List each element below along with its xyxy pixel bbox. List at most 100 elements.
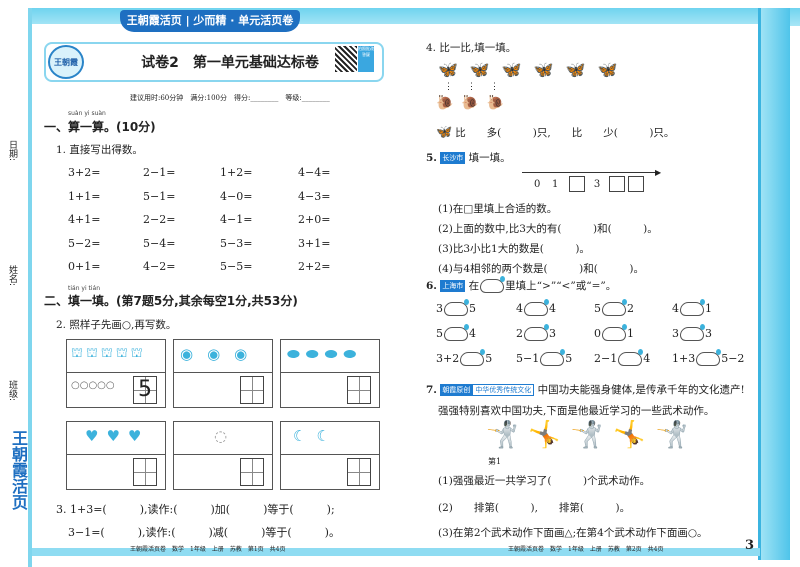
q5-item: (3)比3小比1大的数是( )。 [438,243,590,255]
section1-title: 一、算一算。(10分) [44,120,156,134]
q6-title-pre: 在 [468,280,480,292]
q7-item: (3)在第2个武术动作下面画△;在第4个武术动作下面画○。 [438,527,708,539]
page-number: 3 [745,538,755,553]
left-operand: 3 [672,327,679,340]
equation: 5−5= [220,260,253,273]
q5-item: (1)在□里填上合适的数。 [438,203,558,215]
comparison-item: 35 [436,299,476,316]
bubble-answer-input[interactable] [602,324,627,341]
q7-item: (1)强强最近一共学习了( )个武术动作。 [438,475,651,487]
left-operand: 5 [594,302,601,315]
exam-meta: 建议用时:60分钟 满分:100分 得分:________ 等级:_______… [130,94,330,102]
equation: 3+2= [68,166,101,179]
q7-item: (2) 排第( ), 排第( )。 [438,502,631,514]
bubble-answer-input[interactable] [680,324,705,341]
box-cakes: ⛫⛫⛫⛫⛫ ○○○○○ 5 [66,339,166,408]
equation: 4−2= [143,260,176,273]
equation: 2+2= [298,260,331,273]
donut-icon: ◉◉◉ [180,345,262,363]
left-operand: 4 [672,302,679,315]
bubble-answer-input[interactable] [602,299,627,316]
equation: 5−3= [220,236,253,250]
q7-tag: 朝霞原创 [440,384,473,396]
pinyin: suàn yi suàn [68,110,106,117]
equation: 4−0= [220,189,253,203]
kungfu-figures-icon: 🤺🤸🤺🤸🤺 [486,420,698,450]
comparison-item: 33 [672,324,712,341]
comparison-item: 3+2 5 [436,349,492,366]
q7-number: 7. [426,384,437,396]
number-line [522,172,657,173]
answer-grid[interactable] [347,376,371,404]
left-operand: 5 [436,327,443,340]
right-operand: 4 [643,352,651,365]
equation: 4−1= [220,213,253,226]
first-label: 第1 [488,457,502,466]
q7-header: 7. 朝霞原创 中华优秀传统文化 中国功夫能强身健体,是传承千年的文化遗产! [426,382,745,397]
q5-header: 5. 长沙市 填一填。 [426,150,511,165]
right-operand: 1 [627,327,634,340]
equation: 5−2= [68,236,101,250]
pinyin: tián yi tián [68,285,101,292]
example-circles: ○○○○○ [71,380,115,391]
equation: 3+1= [298,236,331,250]
left-operand: 1+3 [672,352,696,365]
q5-tag: 长沙市 [440,152,466,164]
box-peach: ◌ [173,421,273,490]
tick-box[interactable] [569,176,585,192]
class-label: 班级: [7,380,17,402]
banana-icon: ☾☾ [293,427,340,445]
tick-box[interactable] [628,176,644,192]
right-operand: 4 [549,302,556,315]
q7-tag-culture: 中华优秀传统文化 [472,384,535,396]
bubble-answer-input[interactable] [444,299,469,316]
left-operand: 3 [436,302,443,315]
right-operand: 5 [565,352,573,365]
bubble-answer-input[interactable] [696,349,722,366]
bubble-answer-input[interactable] [524,299,549,316]
q1-title: 1. 直接写出得数。 [56,144,143,156]
tick: 1 [552,178,559,190]
answer-grid[interactable] [240,458,264,486]
qr-code [335,46,357,72]
date-label: 日期: [7,140,17,162]
bubble-answer-input[interactable] [460,349,486,366]
page-title: 试卷2 第一单元基础达标卷 [141,55,319,71]
brand-logo-vertical: 王朝霞活页 [9,430,28,510]
cake-icon: ⛫⛫⛫⛫⛫ [71,346,146,361]
comparison-item: 44 [516,299,556,316]
tick-box[interactable] [609,176,625,192]
comparison-item: 54 [436,324,476,341]
right-operand: 5−2 [721,352,745,365]
q6-number: 6. [426,280,437,292]
q5-item: (4)与4相邻的两个数是( )和( )。 [438,263,644,275]
comparison-item: 2−1 4 [594,349,651,366]
q7-line1: 中国功夫能强身健体,是传承千年的文化遗产! [537,384,745,396]
equation: 5−1= [143,189,176,203]
bubble-answer-input[interactable] [524,324,549,341]
bubble-answer-input[interactable] [618,349,644,366]
answer-grid[interactable] [240,376,264,404]
q7-line2: 强强特别喜欢中国功夫,下面是他最近学习的一些武术动作。 [438,405,715,417]
bubble-answer-input[interactable] [680,299,705,316]
right-operand: 1 [705,302,712,315]
answer-grid[interactable] [133,458,157,486]
equation: 4−4= [298,166,331,179]
comparison-item: 5−1 5 [516,349,573,366]
equation: 2−2= [143,213,176,226]
footer-right: 王朝霞活页卷 数学 1年级 上册 苏教 第2页 共4页 [508,546,664,553]
q4-line-text: 比 多( )只, 比 少( )只。 [455,127,675,139]
footer-left: 王朝霞活页卷 数学 1年级 上册 苏教 第1页 共4页 [130,546,286,553]
right-operand: 3 [549,327,556,340]
q3-line1: 3. 1+3=( ),读作:( )加( )等于( ); [56,503,335,516]
peach-icon: ◌ [214,427,231,445]
equation: 1+1= [68,189,101,203]
bubble-answer-input[interactable] [444,324,469,341]
right-operand: 5 [469,302,476,315]
equation: 4−3= [298,189,331,203]
right-border [758,8,790,560]
bubble-answer-input[interactable] [540,349,566,366]
comparison-item: 52 [594,299,634,316]
answer-grid[interactable] [347,458,371,486]
comparison-item: 01 [594,324,634,341]
